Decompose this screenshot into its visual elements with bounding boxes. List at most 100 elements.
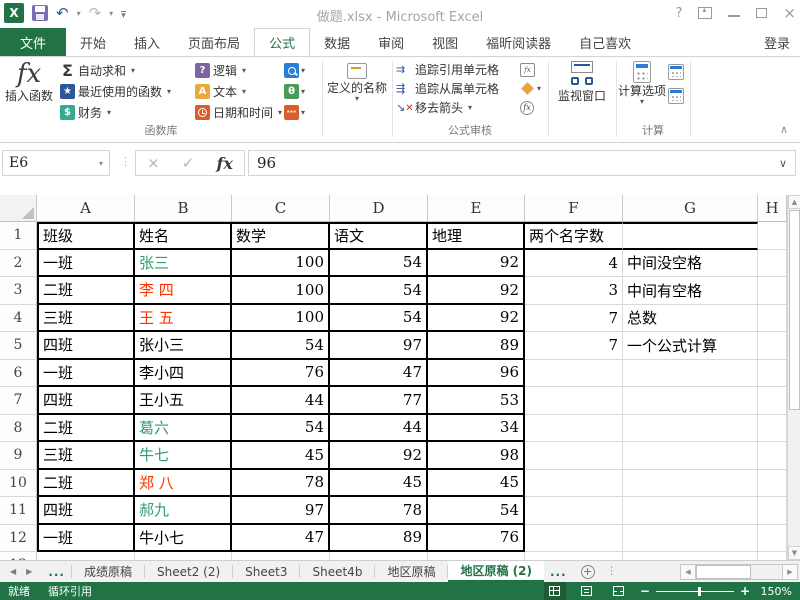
- cell-H4[interactable]: [758, 305, 787, 333]
- ribbon-tab-7[interactable]: 审阅: [364, 28, 418, 56]
- cell-H5[interactable]: [758, 332, 787, 360]
- cell-H10[interactable]: [758, 470, 787, 498]
- cell-D5[interactable]: 97: [330, 332, 428, 360]
- maximize-button[interactable]: [756, 8, 767, 18]
- cell-E8[interactable]: 34: [428, 415, 525, 443]
- error-checking-button[interactable]: ▾: [520, 79, 541, 98]
- lookup-reference-button[interactable]: ▾: [284, 60, 305, 81]
- insert-function-icon[interactable]: fx: [217, 154, 233, 173]
- column-header-D[interactable]: D: [330, 195, 428, 221]
- cell-H13[interactable]: [758, 552, 787, 560]
- cell-F8[interactable]: [525, 415, 623, 443]
- ribbon-tab-5[interactable]: 公式: [254, 28, 310, 56]
- cell-F11[interactable]: [525, 497, 623, 525]
- math-trig-button[interactable]: θ▾: [284, 81, 305, 102]
- cell-E13[interactable]: [428, 552, 525, 560]
- cell-E11[interactable]: 54: [428, 497, 525, 525]
- cell-E5[interactable]: 89: [428, 332, 525, 360]
- enter-icon[interactable]: ✓: [182, 154, 195, 172]
- cell-D11[interactable]: 78: [330, 497, 428, 525]
- ribbon-tab-6[interactable]: 数据: [310, 28, 364, 56]
- cell-C10[interactable]: 78: [232, 470, 330, 498]
- cell-A6[interactable]: 一班: [37, 360, 135, 388]
- cell-G12[interactable]: [623, 525, 758, 553]
- cell-H9[interactable]: [758, 442, 787, 470]
- zoom-slider-thumb[interactable]: [698, 587, 701, 596]
- defined-names-button[interactable]: 定义的名称 ▾: [324, 59, 390, 103]
- row-header-6[interactable]: 6: [0, 360, 37, 388]
- cell-G7[interactable]: [623, 387, 758, 415]
- ribbon-tab-9[interactable]: 福昕阅读器: [472, 28, 565, 56]
- cell-B1[interactable]: 姓名: [135, 222, 232, 250]
- cell-F13[interactable]: [525, 552, 623, 560]
- row-header-11[interactable]: 11: [0, 497, 37, 525]
- cell-F9[interactable]: [525, 442, 623, 470]
- ribbon-tab-1[interactable]: 文件: [0, 28, 66, 56]
- cell-B5[interactable]: 张小三: [135, 332, 232, 360]
- row-header-10[interactable]: 10: [0, 470, 37, 498]
- text-functions-button[interactable]: A 文本▾: [195, 81, 282, 102]
- new-sheet-button[interactable]: +: [581, 565, 595, 579]
- cell-D1[interactable]: 语文: [330, 222, 428, 250]
- evaluate-formula-button[interactable]: fx: [520, 98, 541, 117]
- cell-D7[interactable]: 77: [330, 387, 428, 415]
- cell-D12[interactable]: 89: [330, 525, 428, 553]
- cell-D3[interactable]: 54: [330, 277, 428, 305]
- ribbon-tab-10[interactable]: 自己喜欢: [565, 28, 645, 56]
- watch-window-button[interactable]: 监视窗口: [550, 59, 614, 103]
- cell-B9[interactable]: 牛七: [135, 442, 232, 470]
- cell-A4[interactable]: 三班: [37, 305, 135, 333]
- cell-G8[interactable]: [623, 415, 758, 443]
- column-header-C[interactable]: C: [232, 195, 330, 221]
- cell-F1[interactable]: 两个名字数: [525, 222, 623, 250]
- more-functions-button[interactable]: ⋯▾: [284, 102, 305, 123]
- cell-H7[interactable]: [758, 387, 787, 415]
- cell-G1[interactable]: [623, 222, 758, 250]
- cell-C2[interactable]: 100: [232, 250, 330, 278]
- zoom-out-button[interactable]: −: [640, 584, 650, 598]
- cell-C12[interactable]: 47: [232, 525, 330, 553]
- calculate-now-button[interactable]: [668, 64, 684, 80]
- cell-D8[interactable]: 44: [330, 415, 428, 443]
- zoom-in-button[interactable]: +: [740, 584, 750, 598]
- column-header-B[interactable]: B: [135, 195, 232, 221]
- cell-H11[interactable]: [758, 497, 787, 525]
- cell-F4[interactable]: 7: [525, 305, 623, 333]
- cell-A9[interactable]: 三班: [37, 442, 135, 470]
- column-header-F[interactable]: F: [525, 195, 623, 221]
- minimize-button[interactable]: [728, 9, 740, 17]
- cell-F7[interactable]: [525, 387, 623, 415]
- cell-B7[interactable]: 王小五: [135, 387, 232, 415]
- cell-C13[interactable]: [232, 552, 330, 560]
- cell-D13[interactable]: [330, 552, 428, 560]
- cell-G4[interactable]: 总数: [623, 305, 758, 333]
- cell-H2[interactable]: [758, 250, 787, 278]
- ribbon-tab-4[interactable]: 页面布局: [174, 28, 254, 56]
- cell-H1[interactable]: [758, 222, 787, 250]
- remove-arrows-button[interactable]: ↘✕ 移去箭头▾: [396, 98, 502, 117]
- vertical-scroll-thumb[interactable]: [789, 210, 800, 410]
- cell-A11[interactable]: 四班: [37, 497, 135, 525]
- cell-A13[interactable]: [37, 552, 135, 560]
- cell-D2[interactable]: 54: [330, 250, 428, 278]
- calculation-options-button[interactable]: 计算选项 ▾: [618, 59, 666, 106]
- cell-C3[interactable]: 100: [232, 277, 330, 305]
- cell-F3[interactable]: 3: [525, 277, 623, 305]
- cell-B10[interactable]: 郑 八: [135, 470, 232, 498]
- scroll-left-icon[interactable]: ◀: [680, 564, 696, 580]
- scroll-right-icon[interactable]: ▶: [782, 564, 798, 580]
- scroll-up-icon[interactable]: ▲: [788, 195, 800, 209]
- cell-E7[interactable]: 53: [428, 387, 525, 415]
- ribbon-display-options-button[interactable]: [698, 7, 712, 19]
- more-sheets-left[interactable]: ...: [42, 561, 71, 582]
- cell-B11[interactable]: 郝九: [135, 497, 232, 525]
- cell-G9[interactable]: [623, 442, 758, 470]
- select-all-corner[interactable]: [0, 195, 37, 221]
- sheet-tab-2[interactable]: Sheet2 (2): [145, 561, 232, 582]
- cell-A3[interactable]: 二班: [37, 277, 135, 305]
- cell-C7[interactable]: 44: [232, 387, 330, 415]
- cell-G2[interactable]: 中间没空格: [623, 250, 758, 278]
- cell-D9[interactable]: 92: [330, 442, 428, 470]
- page-layout-view-button[interactable]: [576, 582, 598, 600]
- sheet-tab-1[interactable]: 成绩原稿: [72, 561, 144, 582]
